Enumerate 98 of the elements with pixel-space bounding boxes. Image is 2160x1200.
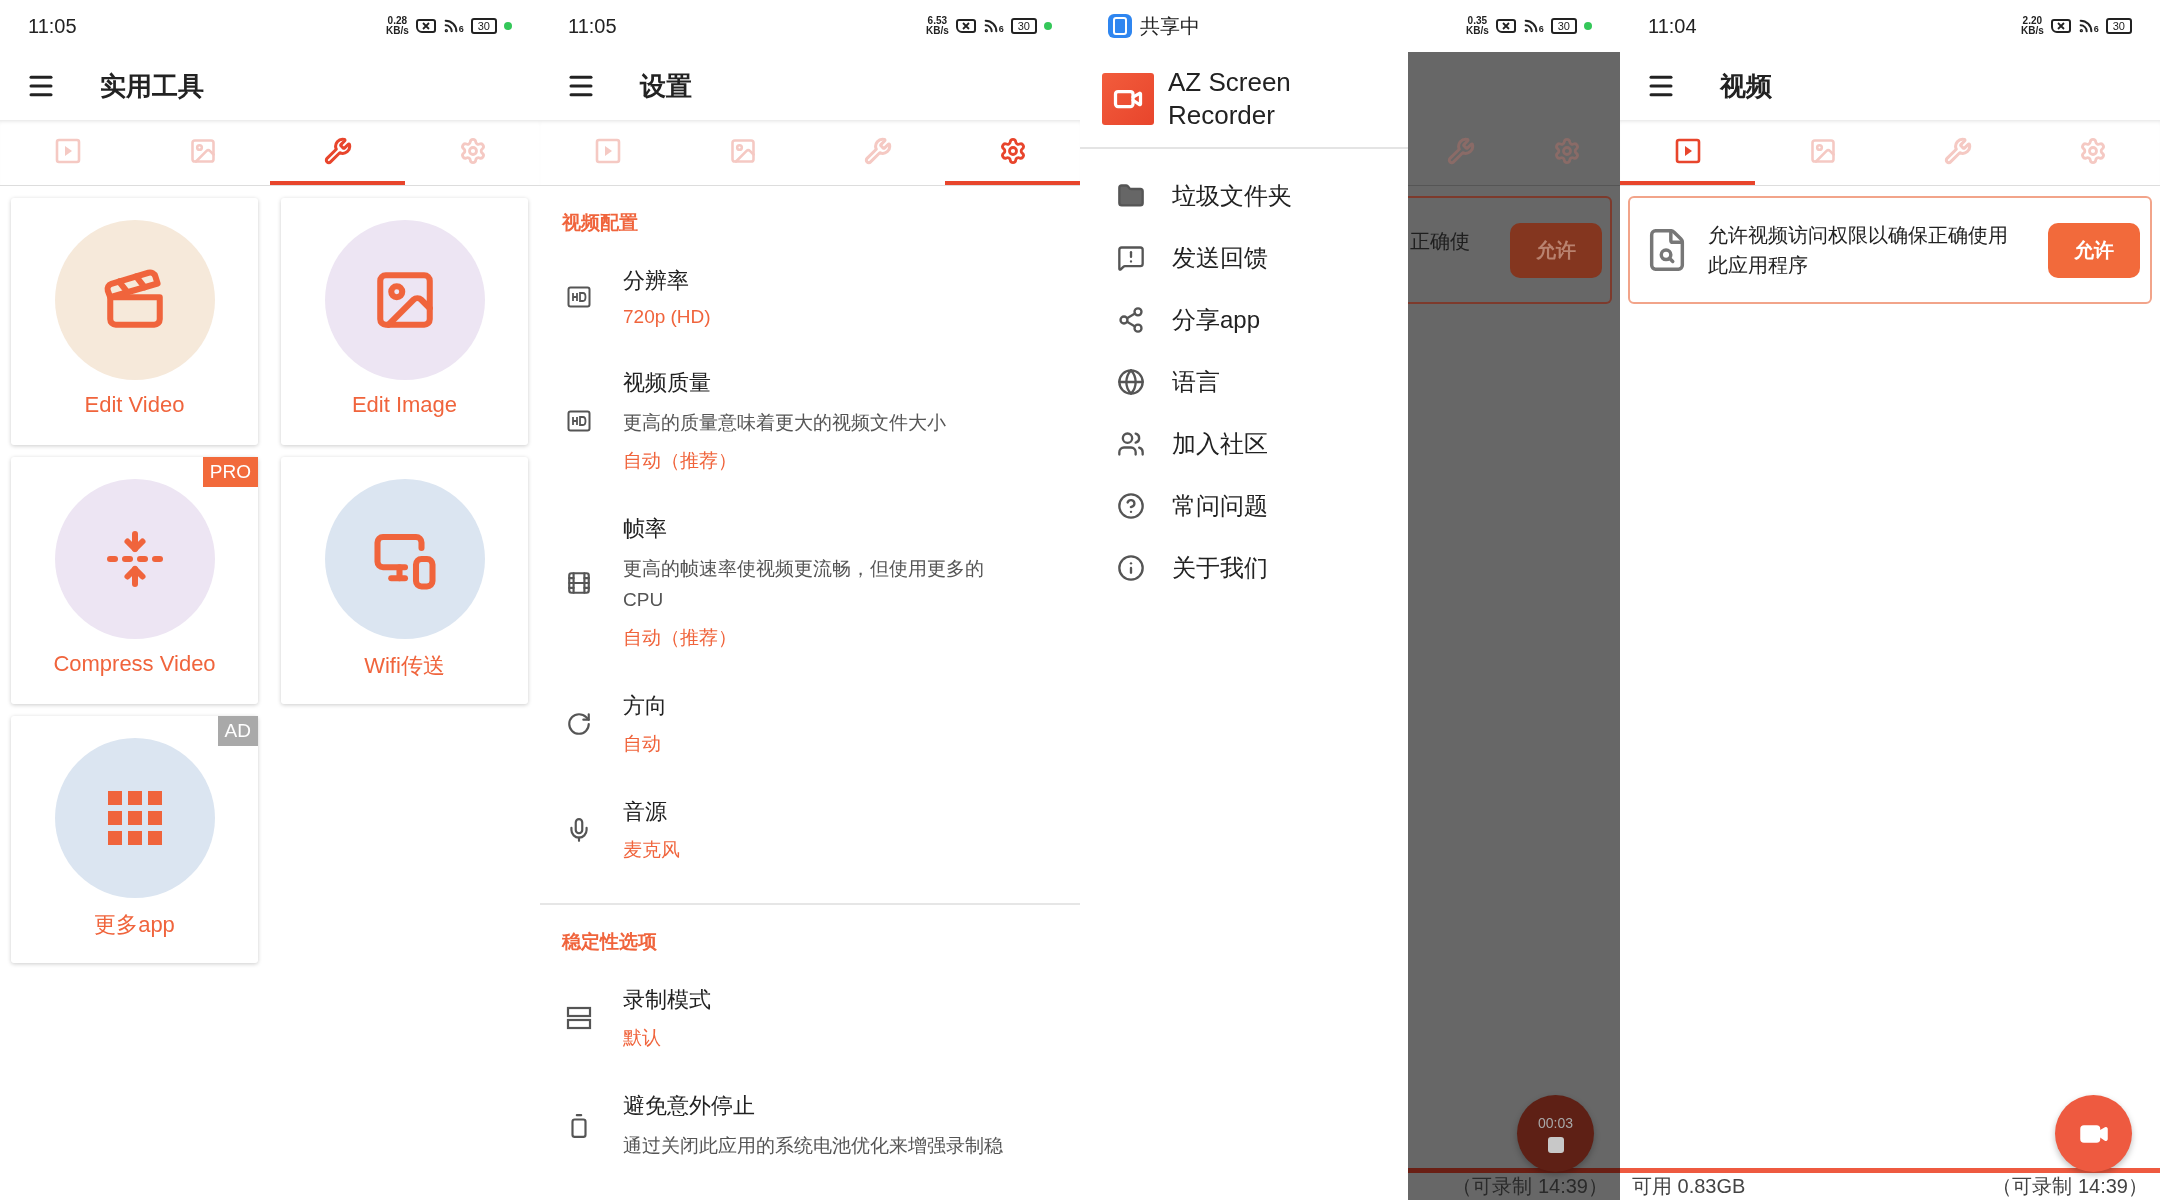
tool-badge: PRO	[202, 457, 258, 487]
battery-level: 30	[2105, 18, 2132, 34]
tool-label: Wifi传送	[364, 652, 445, 680]
sharing-label: 共享中	[1140, 13, 1200, 39]
signal-icon	[2077, 18, 2094, 34]
play-icon	[54, 137, 81, 164]
section-header: 视频配置	[560, 211, 639, 235]
image-icon	[728, 136, 757, 165]
stop-record-button[interactable]: 00:03	[1517, 1095, 1594, 1172]
screen-title: 实用工具	[100, 69, 204, 103]
setting-description: 更高的帧速率使视频更流畅，但使用更多的CPU	[623, 557, 985, 612]
app-logo	[1102, 73, 1154, 126]
folder-icon	[1117, 181, 1145, 210]
play-icon	[1674, 137, 1701, 164]
dim-overlay[interactable]: 正确使 允许 00:03 （可录制 14:39）	[1408, 52, 1620, 1200]
permission-text: 正确使	[1410, 229, 1470, 254]
status-time: 11:05	[568, 14, 617, 38]
signal-icon	[1522, 18, 1539, 34]
stop-icon	[1547, 1136, 1564, 1153]
tool-badge: AD	[217, 716, 258, 746]
drawer-item[interactable]: 语言	[1080, 350, 1408, 413]
tool-label: Edit Video	[84, 392, 185, 418]
setting-value: 自动（推荐）	[623, 626, 738, 651]
tool-label: Compress Video	[53, 651, 216, 677]
record-timer: 00:03	[1537, 1114, 1573, 1131]
setting-value: 720p (HD)	[623, 306, 711, 328]
battery-level: 30	[1010, 18, 1037, 34]
network-speed: 6.53 KB/s	[925, 16, 949, 36]
compress-icon	[104, 529, 165, 589]
status-time: 11:05	[28, 14, 77, 38]
no-sim-icon	[415, 19, 436, 33]
screen-title: 视频	[1720, 69, 1772, 103]
signal-label: 6	[458, 24, 464, 34]
signal-icon	[982, 18, 999, 34]
setting-title[interactable]: 方向	[623, 691, 667, 722]
wrench-icon	[1943, 136, 1972, 165]
settings-icon	[998, 136, 1027, 165]
settings-icon	[1553, 136, 1581, 165]
rows-icon	[566, 1006, 592, 1031]
settings-icon	[458, 136, 487, 165]
setting-title[interactable]: 帧率	[623, 514, 1023, 545]
setting-value: 自动	[623, 732, 662, 757]
app-name: AZ Screen Recorder	[1168, 66, 1292, 133]
screen-share-icon	[1108, 14, 1132, 38]
settings-icon	[2078, 136, 2107, 165]
no-sim-icon	[955, 19, 976, 33]
drawer-item[interactable]: 常问问题	[1080, 474, 1408, 537]
setting-value: 麦克风	[623, 838, 680, 863]
drawer-item[interactable]: 分享app	[1080, 288, 1408, 351]
storage-available: 可用 0.83GB	[1632, 1174, 1746, 1199]
drawer-item[interactable]: 垃圾文件夹	[1080, 164, 1408, 227]
setting-title[interactable]: 避免意外停止	[623, 1091, 1003, 1122]
signal-icon	[442, 18, 459, 34]
signal-label: 6	[998, 24, 1004, 34]
film-icon	[566, 569, 592, 596]
drawer-item[interactable]: 加入社区	[1080, 412, 1408, 475]
hd-icon	[567, 410, 591, 433]
setting-value: 默认	[623, 1026, 662, 1051]
hd-icon	[567, 286, 591, 308]
globe-icon	[1117, 367, 1145, 396]
play-icon	[594, 137, 621, 164]
help-icon	[1117, 491, 1145, 520]
setting-title[interactable]: 视频质量	[623, 368, 946, 398]
status-time: 11:04	[1648, 14, 1697, 38]
setting-description: 更高的质量意味着更大的视频文件大小	[623, 411, 946, 435]
wrench-icon	[863, 136, 892, 165]
wrench-icon	[1447, 136, 1475, 165]
battery-level: 30	[1550, 18, 1577, 34]
setting-value: 自动（推荐）	[623, 449, 738, 474]
drawer-item[interactable]: 发送回馈	[1080, 226, 1408, 289]
image-icon	[1808, 136, 1837, 165]
tool-label: 更多app	[94, 911, 175, 939]
battery-level: 30	[470, 18, 497, 34]
info-icon	[1117, 553, 1145, 582]
setting-title[interactable]: 音源	[623, 797, 680, 828]
no-sim-icon	[2050, 19, 2071, 33]
tool-label: Edit Image	[351, 392, 458, 418]
image-icon	[188, 136, 217, 165]
network-speed: 0.28 KB/s	[385, 16, 409, 36]
drawer-item[interactable]: 关于我们	[1080, 536, 1408, 599]
grid-icon	[107, 791, 162, 845]
setting-title[interactable]: 录制模式	[623, 985, 711, 1016]
setting-title[interactable]: 分辨率	[623, 266, 711, 296]
people-icon	[1117, 429, 1145, 458]
network-speed: 0.35 KB/s	[1465, 16, 1489, 36]
permission-text: 允许视频访问权限以确保正确使用此应用程序	[1708, 223, 2008, 278]
setting-description: 通过关闭此应用的系统电池优化来增强录制稳	[623, 1134, 1003, 1159]
screen-title: 设置	[640, 69, 692, 103]
record-time-left: （可录制 14:39）	[1992, 1174, 2148, 1199]
no-sim-icon	[1495, 19, 1516, 33]
signal-label: 6	[1538, 24, 1544, 34]
record-button[interactable]	[2055, 1095, 2132, 1172]
signal-label: 6	[2093, 24, 2099, 34]
network-speed: 2.20 KB/s	[2020, 16, 2044, 36]
wrench-icon	[323, 136, 352, 165]
feedback-icon	[1117, 243, 1145, 272]
share-icon	[1117, 305, 1145, 334]
record-time-left: （可录制 14:39）	[1452, 1174, 1608, 1199]
